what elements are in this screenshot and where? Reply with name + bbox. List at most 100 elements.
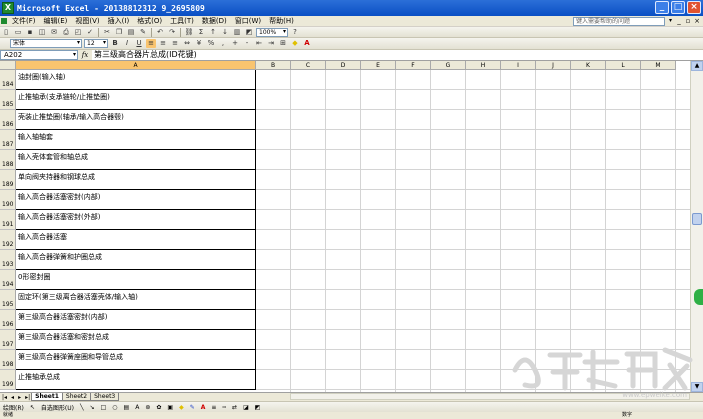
save-icon[interactable]: ▪: [25, 28, 35, 37]
menu-data[interactable]: 数据(D): [198, 16, 231, 27]
vertical-scroll-thumb[interactable]: [692, 213, 702, 225]
select-all-corner[interactable]: [0, 61, 16, 70]
row-header[interactable]: 198: [0, 350, 16, 370]
row-header[interactable]: 195: [0, 290, 16, 310]
tab-first-icon[interactable]: |◂: [0, 394, 9, 401]
fill-color-draw-icon[interactable]: ◆: [176, 404, 187, 411]
drawing-icon[interactable]: ◩: [244, 28, 254, 37]
arrow-style-icon[interactable]: ⇄: [229, 404, 240, 411]
column-header-e[interactable]: E: [361, 61, 396, 70]
underline-button[interactable]: U: [134, 39, 144, 48]
hyperlink-icon[interactable]: ⛓: [184, 28, 194, 37]
help-icon[interactable]: ?: [290, 28, 300, 37]
tab-next-icon[interactable]: ▸: [16, 394, 23, 401]
font-name-select[interactable]: 宋体: [10, 39, 82, 48]
row-header[interactable]: 185: [0, 90, 16, 110]
undo-icon[interactable]: ↶: [155, 28, 165, 37]
cell-a[interactable]: 油封圈(输入轴): [16, 70, 256, 90]
tab-sheet3[interactable]: Sheet3: [90, 393, 120, 401]
cell-a[interactable]: 0形密封圈: [16, 270, 256, 290]
cell-a[interactable]: 输入高合器活塞: [16, 230, 256, 250]
permission-icon[interactable]: ◫: [37, 28, 47, 37]
row-header[interactable]: 186: [0, 110, 16, 130]
row-header[interactable]: 196: [0, 310, 16, 330]
menu-edit[interactable]: 编辑(E): [40, 16, 72, 27]
rectangle-icon[interactable]: □: [98, 404, 110, 411]
cell-a[interactable]: 第三级高合器活塞和密封总成: [16, 330, 256, 350]
column-header-c[interactable]: C: [291, 61, 326, 70]
column-header-j[interactable]: J: [536, 61, 571, 70]
autosum-icon[interactable]: Σ: [196, 28, 206, 37]
cell-a[interactable]: 固定环(第三级离合器活塞壳体/输入轴): [16, 290, 256, 310]
autoshapes-button[interactable]: 自选图形(U): [38, 403, 77, 412]
scroll-up-arrow-icon[interactable]: ▲: [691, 61, 703, 71]
tab-prev-icon[interactable]: ◂: [9, 394, 16, 401]
font-size-select[interactable]: 12: [84, 39, 108, 48]
paste-icon[interactable]: ▤: [126, 28, 136, 37]
menu-file[interactable]: 文件(F): [8, 16, 40, 27]
column-header-k[interactable]: K: [571, 61, 606, 70]
cell-a[interactable]: 输入轴轴套: [16, 130, 256, 150]
row-header[interactable]: 199: [0, 370, 16, 390]
row-header[interactable]: 197: [0, 330, 16, 350]
cell-a[interactable]: 第三级高合器活塞密封(内部): [16, 310, 256, 330]
cell-a[interactable]: 壳装止推垫圈(轴承/输入高合器毂): [16, 110, 256, 130]
column-header-i[interactable]: I: [501, 61, 536, 70]
cell-a[interactable]: 输入壳体套管和轴总成: [16, 150, 256, 170]
excel-app-icon[interactable]: X: [2, 2, 14, 14]
oval-icon[interactable]: ○: [109, 404, 120, 411]
column-header-b[interactable]: B: [256, 61, 291, 70]
dash-style-icon[interactable]: ┅: [219, 404, 229, 411]
row-header[interactable]: 190: [0, 190, 16, 210]
doc-close-button[interactable]: ×: [693, 17, 701, 25]
menu-tools[interactable]: 工具(T): [166, 16, 198, 27]
new-icon[interactable]: ▯: [1, 28, 11, 37]
cell-a[interactable]: 第三级高合器弹簧座圈和导管总成: [16, 350, 256, 370]
minimize-button[interactable]: _: [655, 1, 669, 14]
italic-button[interactable]: I: [122, 39, 132, 48]
format-painter-icon[interactable]: ✎: [138, 28, 148, 37]
spreadsheet-grid[interactable]: A B C D E F G H I J K L M 184 油封圈(输入轴) 185 止推轴承(支承链轮/止推垫…: [0, 61, 690, 392]
print-icon[interactable]: ⎙: [61, 28, 71, 37]
help-dropdown-icon[interactable]: ▾: [666, 17, 675, 26]
merge-center-icon[interactable]: ⇔: [182, 39, 192, 48]
diagram-icon[interactable]: ⊛: [142, 404, 153, 411]
cell-a[interactable]: 止推轴承(支承链轮/止推垫圈): [16, 90, 256, 110]
align-left-icon[interactable]: ≡: [146, 39, 156, 48]
formula-input[interactable]: 第三级高合器片总成(ID花键): [92, 50, 703, 60]
line-color-icon[interactable]: ✎: [187, 404, 198, 411]
clipart-icon[interactable]: ✿: [153, 404, 164, 411]
align-center-icon[interactable]: ≡: [158, 39, 168, 48]
comma-style-icon[interactable]: ,: [218, 39, 228, 48]
bold-button[interactable]: B: [110, 39, 120, 48]
print-preview-icon[interactable]: ◰: [73, 28, 83, 37]
email-icon[interactable]: ✉: [49, 28, 59, 37]
row-header[interactable]: 193: [0, 250, 16, 270]
line-icon[interactable]: ╲: [77, 404, 87, 411]
column-header-g[interactable]: G: [431, 61, 466, 70]
cell-a[interactable]: 输入高合器活塞密封(外部): [16, 210, 256, 230]
column-header-a[interactable]: A: [16, 61, 256, 70]
column-header-d[interactable]: D: [326, 61, 361, 70]
horizontal-scrollbar[interactable]: [290, 393, 690, 400]
close-button[interactable]: ×: [687, 1, 701, 14]
line-style-icon[interactable]: ≡: [208, 404, 219, 411]
sort-ascending-icon[interactable]: ↑: [208, 28, 218, 37]
zoom-select[interactable]: 100%: [256, 27, 288, 37]
menu-view[interactable]: 视图(V): [71, 16, 103, 27]
open-icon[interactable]: ▭: [13, 28, 23, 37]
draw-menu-button[interactable]: 绘图(R): [0, 403, 27, 412]
menu-format[interactable]: 格式(O): [133, 16, 166, 27]
row-header[interactable]: 188: [0, 150, 16, 170]
tab-sheet2[interactable]: Sheet2: [61, 393, 92, 401]
shadow-icon[interactable]: ◪: [240, 404, 252, 411]
copy-icon[interactable]: ❐: [114, 28, 124, 37]
column-header-l[interactable]: L: [606, 61, 641, 70]
font-color-draw-icon[interactable]: A: [198, 404, 209, 411]
currency-icon[interactable]: ¥: [194, 39, 204, 48]
doc-minimize-button[interactable]: _: [675, 17, 683, 25]
fill-color-icon[interactable]: ◆: [290, 39, 300, 48]
redo-icon[interactable]: ↷: [167, 28, 177, 37]
wordart-icon[interactable]: A: [132, 404, 142, 411]
cell-a[interactable]: 止推轴承总成: [16, 370, 256, 390]
